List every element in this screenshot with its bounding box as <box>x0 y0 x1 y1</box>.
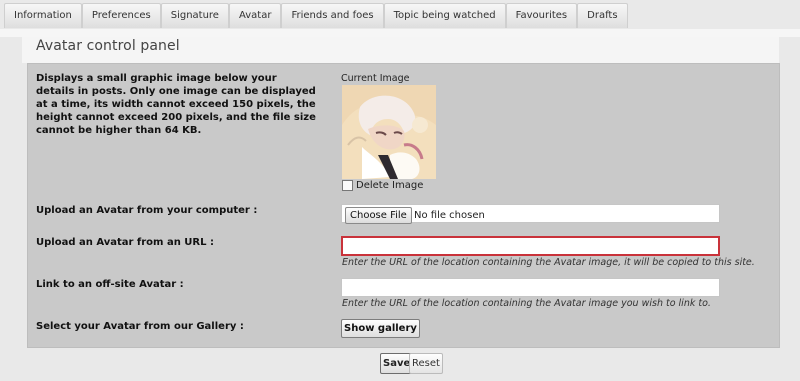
tab-underline-bar <box>0 29 800 37</box>
tab-signature[interactable]: Signature <box>160 3 229 28</box>
offsite-avatar-label: Link to an off-site Avatar : <box>36 279 184 290</box>
page-title: Avatar control panel <box>36 38 180 54</box>
offsite-avatar-input[interactable] <box>341 278 720 297</box>
reset-button[interactable]: Reset <box>409 353 443 374</box>
file-status-text: No file chosen <box>414 210 485 221</box>
tab-drafts[interactable]: Drafts <box>577 3 628 28</box>
profile-tabs: Information Preferences Signature Avatar… <box>4 3 628 29</box>
upload-url-label: Upload an Avatar from an URL : <box>36 237 214 248</box>
delete-image-label: Delete Image <box>356 180 424 191</box>
tab-preferences[interactable]: Preferences <box>81 3 161 28</box>
tab-topic-being-watched[interactable]: Topic being watched <box>383 3 506 28</box>
avatar-description: Displays a small graphic image below you… <box>36 73 316 136</box>
upload-url-input[interactable] <box>341 236 720 256</box>
choose-file-button[interactable]: Choose File <box>345 207 412 224</box>
current-image-label: Current Image <box>341 73 410 84</box>
tab-information[interactable]: Information <box>4 3 82 28</box>
upload-url-hint: Enter the URL of the location containing… <box>342 257 755 268</box>
avatar-panel: Displays a small graphic image below you… <box>27 63 780 348</box>
tab-avatar[interactable]: Avatar <box>228 3 282 28</box>
gallery-label: Select your Avatar from our Gallery : <box>36 321 244 332</box>
show-gallery-button[interactable]: Show gallery <box>341 319 420 338</box>
upload-computer-label: Upload an Avatar from your computer : <box>36 205 258 216</box>
offsite-avatar-hint: Enter the URL of the location containing… <box>342 298 711 309</box>
tab-favourites[interactable]: Favourites <box>505 3 578 28</box>
delete-image-checkbox[interactable] <box>342 180 353 191</box>
delete-image-row: Delete Image <box>342 180 423 191</box>
current-avatar-image <box>342 85 436 179</box>
tab-friends-and-foes[interactable]: Friends and foes <box>281 3 384 28</box>
avatar-illustration <box>342 85 436 179</box>
